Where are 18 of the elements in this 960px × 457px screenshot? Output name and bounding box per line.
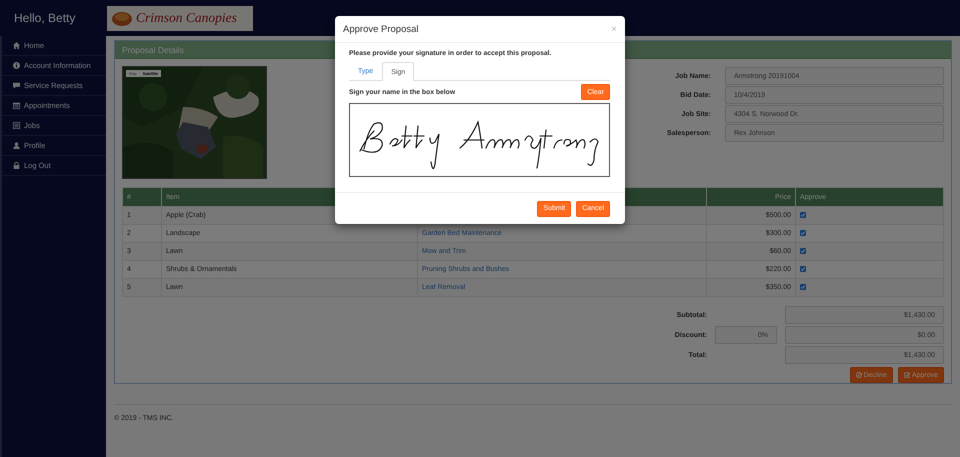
greeting: Hello, Betty <box>0 0 106 36</box>
logo-text: Crimson Canopies <box>136 10 237 26</box>
checkbox[interactable] <box>800 248 806 254</box>
close-button[interactable]: × <box>611 24 617 34</box>
home-icon <box>13 42 20 49</box>
info-icon <box>13 62 20 69</box>
checkbox[interactable] <box>800 266 806 272</box>
modal-title: Approve Proposal <box>343 24 419 34</box>
lock-icon <box>13 162 20 169</box>
calendar-icon <box>13 102 20 109</box>
check-square-icon <box>904 372 910 378</box>
user-icon <box>13 142 20 149</box>
checkbox[interactable] <box>800 212 806 218</box>
checkbox[interactable] <box>800 230 806 236</box>
ban-icon <box>856 372 862 378</box>
list-icon <box>13 122 20 129</box>
speech-bubble-icon <box>13 82 20 89</box>
checkbox[interactable] <box>800 284 806 290</box>
